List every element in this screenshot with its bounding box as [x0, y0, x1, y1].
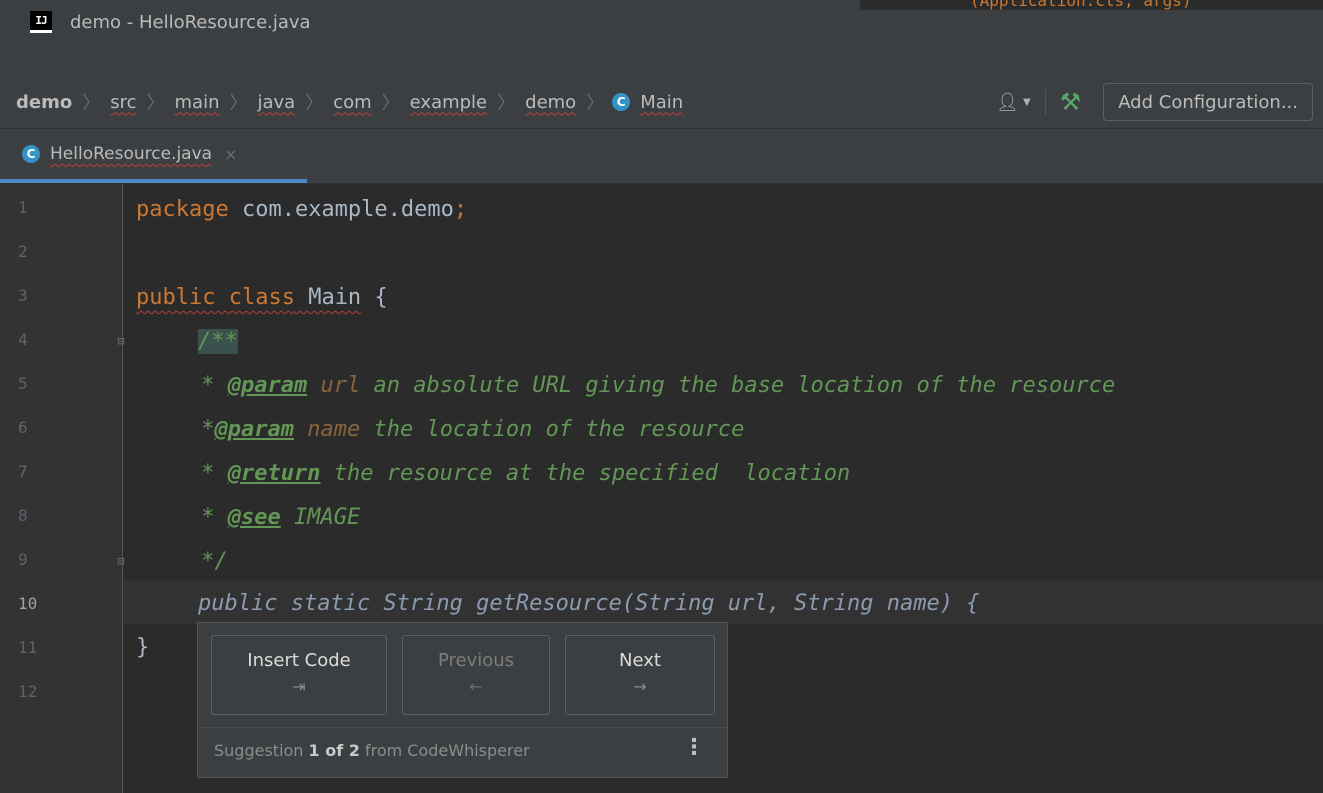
close-icon[interactable]: × — [224, 145, 237, 164]
code-line-11: } — [136, 635, 150, 660]
code-line-1: package com.example.demo; — [136, 197, 468, 222]
breadcrumb-main[interactable]: main — [173, 92, 222, 113]
user-dropdown-button[interactable]: 👤︎ ▼ — [996, 92, 1031, 113]
code-line-4: /** — [198, 329, 238, 354]
fold-collapse-icon[interactable]: ⊟ — [114, 334, 128, 350]
line-number: 5 — [18, 374, 28, 393]
line-number: 7 — [18, 462, 28, 481]
breadcrumb-src[interactable]: src — [108, 92, 138, 113]
tab-label: HelloResource.java — [50, 144, 213, 164]
popup-divider — [198, 727, 727, 728]
next-suggestion-button[interactable]: Next → — [565, 635, 715, 715]
breadcrumb: demo 〉 src 〉 main 〉 java 〉 com 〉 example… — [14, 89, 685, 115]
insert-code-button[interactable]: Insert Code ⇥ — [211, 635, 387, 715]
breadcrumb-com[interactable]: com — [331, 92, 373, 113]
tab-helloresource-java[interactable]: C HelloResource.java × — [0, 129, 307, 183]
breadcrumb-example[interactable]: example — [408, 92, 489, 113]
breadcrumb-separator-icon: 〉 — [381, 93, 400, 114]
toolbar-divider — [1044, 89, 1046, 115]
breadcrumb-separator-icon: 〉 — [146, 93, 165, 114]
breadcrumb-separator-icon: 〉 — [82, 93, 101, 114]
class-icon: C — [612, 93, 631, 111]
line-number: 3 — [18, 286, 28, 305]
breadcrumb-separator-icon: 〉 — [586, 93, 605, 114]
breadcrumb-separator-icon: 〉 — [305, 93, 324, 114]
breadcrumb-demo[interactable]: demo — [523, 92, 578, 113]
more-options-icon[interactable]: ⋮ — [683, 735, 705, 760]
breadcrumb-separator-icon: 〉 — [497, 93, 516, 114]
suggestion-counter: 1 of 2 — [308, 741, 360, 760]
arrow-left-icon: ← — [469, 677, 483, 696]
line-number: 2 — [18, 242, 28, 261]
editor-tab-bar: C HelloResource.java × — [0, 129, 1323, 184]
line-number: 6 — [18, 418, 28, 437]
line-number: 4 — [18, 330, 28, 349]
line-gutter: 1 2 3 4 5 6 7 8 9 10 11 12 — [0, 184, 123, 793]
line-number-current: 10 — [18, 594, 38, 613]
line-number: 12 — [18, 682, 38, 701]
code-line-7: * @return the resource at the specified … — [188, 461, 851, 486]
background-window-strip: (Application.cls, args) — [860, 0, 1323, 10]
person-icon: 👤︎ — [996, 91, 1019, 113]
line-number: 8 — [18, 506, 28, 525]
code-line-3: public class Main { — [136, 285, 388, 310]
window-title: demo - HelloResource.java — [70, 11, 311, 33]
breadcrumb-main-class[interactable]: Main — [638, 92, 685, 113]
hammer-icon[interactable]: ⚒︎ — [1060, 88, 1082, 116]
breadcrumb-separator-icon: 〉 — [229, 93, 248, 114]
tab-key-icon: ⇥ — [292, 677, 306, 696]
line-number: 9 — [18, 550, 28, 569]
line-number: 1 — [18, 198, 28, 217]
intellij-logo-icon: IJ — [30, 11, 52, 33]
code-line-10-suggestion: public static String getResource(String … — [198, 582, 979, 626]
breadcrumb-java[interactable]: java — [255, 92, 297, 113]
add-configuration-button[interactable]: Add Configuration... — [1103, 83, 1313, 121]
fold-end-icon[interactable]: ⊟ — [114, 554, 128, 570]
navigation-bar: demo 〉 src 〉 main 〉 java 〉 com 〉 example… — [0, 44, 1323, 129]
breadcrumb-project[interactable]: demo — [14, 92, 74, 113]
code-line-5: * @param url an absolute URL giving the … — [188, 373, 1116, 398]
code-line-9: */ — [188, 549, 228, 574]
background-code-fragment: (Application.cls, args) — [970, 0, 1192, 10]
code-line-6: *@param name the location of the resourc… — [188, 417, 745, 442]
arrow-right-icon: → — [633, 677, 647, 696]
line-number: 11 — [18, 638, 38, 657]
toolbar-right: 👤︎ ▼ ⚒︎ Add Configuration... — [996, 76, 1323, 128]
suggestion-status: Suggestion 1 of 2 from CodeWhisperer — [214, 741, 530, 760]
codewhisperer-suggestion-popup: Insert Code ⇥ Previous ← Next → Suggesti… — [197, 622, 728, 778]
code-line-8: * @see IMAGE — [188, 505, 361, 530]
previous-suggestion-button[interactable]: Previous ← — [402, 635, 550, 715]
class-icon: C — [22, 145, 40, 163]
title-bar: IJ demo - HelloResource.java (Applicatio… — [0, 0, 1323, 44]
chevron-down-icon: ▼ — [1022, 96, 1031, 108]
inline-suggestion-text: public static String getResource(String … — [198, 591, 980, 616]
